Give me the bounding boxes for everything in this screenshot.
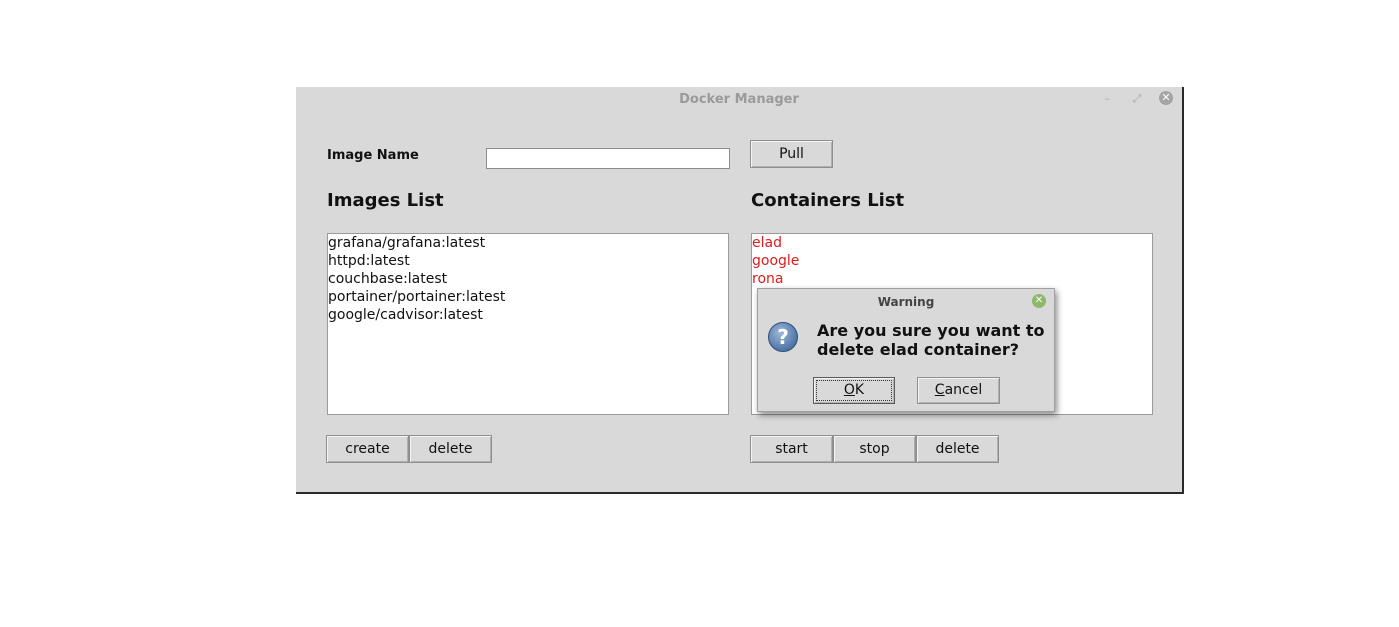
delete-container-button[interactable]: delete [916, 435, 999, 463]
dialog-title: Warning [877, 295, 935, 309]
start-button[interactable]: start [750, 435, 833, 463]
list-item[interactable]: portainer/portainer:latest [328, 288, 728, 306]
list-item[interactable]: rona [752, 270, 1152, 288]
containers-list-title: Containers List [751, 190, 905, 211]
maximize-icon[interactable]: ⤢ [1130, 92, 1144, 106]
image-name-input[interactable] [486, 148, 730, 169]
list-item[interactable]: elad [752, 234, 1152, 252]
close-icon[interactable]: ✕ [1159, 91, 1173, 105]
images-listbox[interactable]: grafana/grafana:latest httpd:latest couc… [327, 233, 729, 415]
minimize-icon[interactable]: – [1100, 92, 1114, 106]
create-button[interactable]: create [326, 435, 409, 463]
cancel-mnemonic: C [934, 382, 945, 398]
ok-mnemonic: O [843, 382, 855, 398]
stop-button[interactable]: stop [833, 435, 916, 463]
list-item[interactable]: google/cadvisor:latest [328, 306, 728, 324]
list-item[interactable]: couchbase:latest [328, 270, 728, 288]
image-name-label: Image Name [327, 148, 419, 163]
list-item[interactable]: google [752, 252, 1152, 270]
images-list-title: Images List [327, 190, 444, 211]
question-icon: ? [768, 322, 798, 352]
list-item[interactable]: httpd:latest [328, 252, 728, 270]
cancel-button[interactable]: Cancel [917, 377, 1000, 404]
list-item[interactable]: grafana/grafana:latest [328, 234, 728, 252]
delete-image-button[interactable]: delete [409, 435, 492, 463]
warning-dialog: Warning ✕ ? Are you sure you want to del… [757, 288, 1055, 412]
dialog-message: Are you sure you want to delete elad con… [817, 321, 1045, 359]
ok-label-rest: K [854, 382, 865, 398]
dialog-close-icon[interactable]: ✕ [1032, 294, 1046, 308]
ok-button[interactable]: OK [813, 377, 895, 404]
cancel-label-rest: ancel [944, 382, 983, 398]
window-title: Docker Manager [679, 92, 799, 107]
title-bar[interactable]: Docker Manager – ⤢ ✕ [296, 87, 1182, 113]
pull-button[interactable]: Pull [750, 140, 833, 168]
